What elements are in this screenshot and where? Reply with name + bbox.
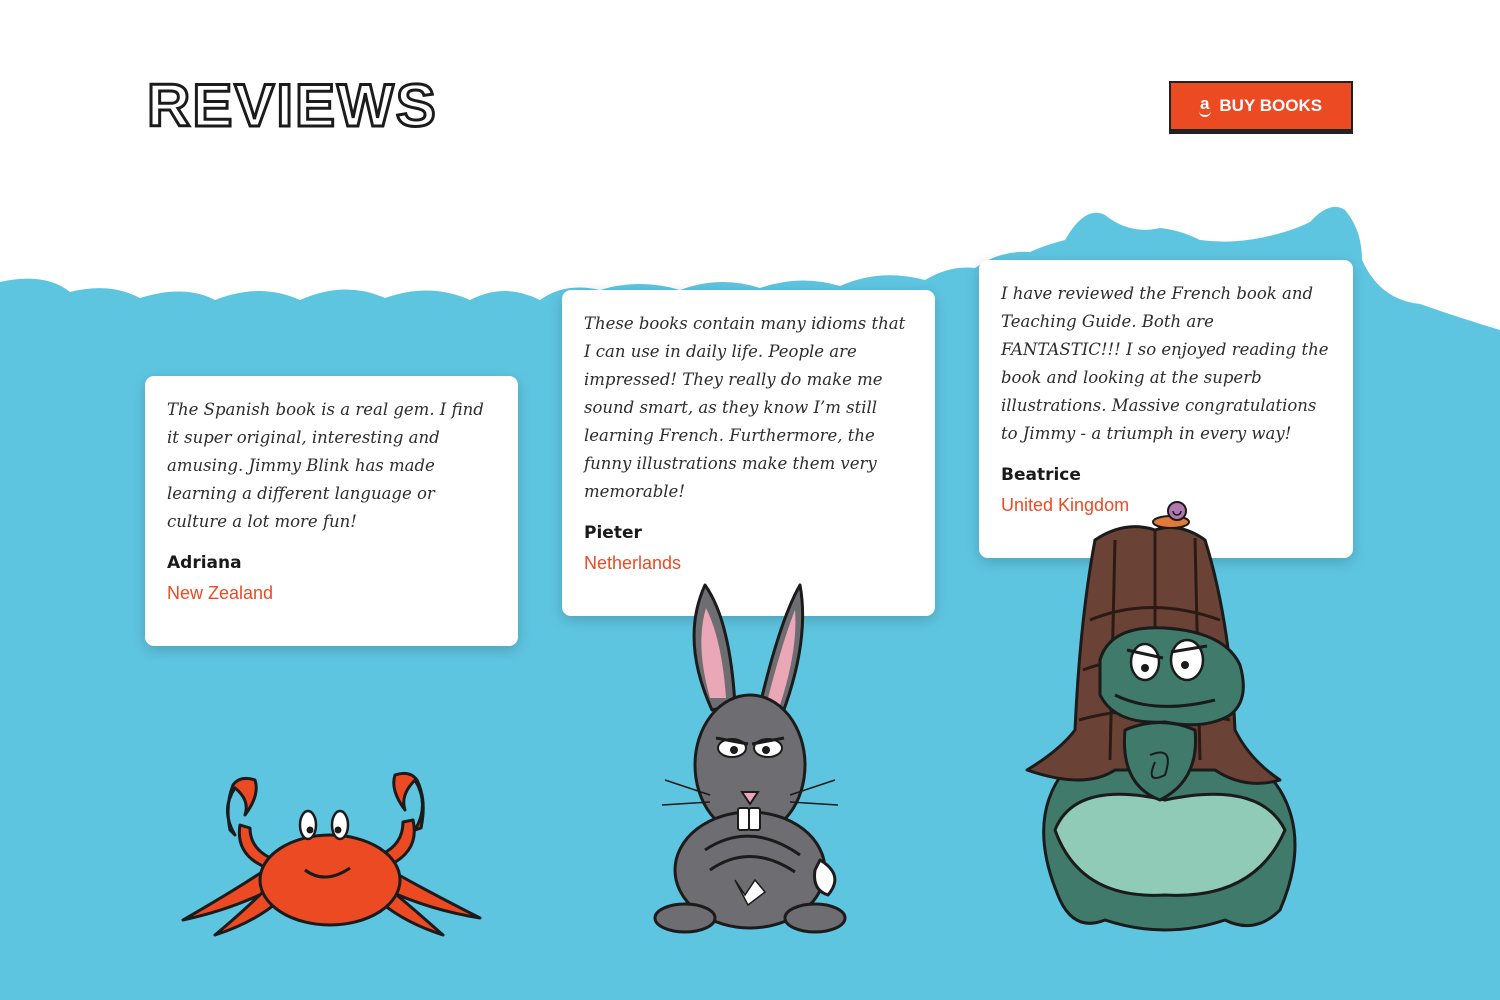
reviewer-country: Netherlands [584,553,682,573]
turtle-illustration [1025,501,1297,932]
review-quote: The Spanish book is a real gem. I find i… [167,400,484,531]
review-quote: These books contain many idioms that I c… [584,314,906,501]
snail-icon [1152,501,1190,529]
page-title: REVIEWS [146,71,438,141]
review-card: These books contain many idioms that I c… [562,290,935,616]
reviewer-name: Adriana [167,553,242,573]
rabbit-illustration [653,583,847,934]
reviewer-name: Beatrice [1001,465,1081,485]
review-card: The Spanish book is a real gem. I find i… [145,376,518,646]
review-quote: I have reviewed the French book and Teac… [1001,284,1329,443]
buy-books-button[interactable]: a BUY BOOKS [1169,81,1353,134]
reviewer-country: New Zealand [167,583,274,603]
buy-books-label: BUY BOOKS [1219,96,1323,115]
reviewer-name: Pieter [584,523,642,543]
crab-illustration [181,771,482,937]
amazon-icon: a [1198,94,1212,117]
